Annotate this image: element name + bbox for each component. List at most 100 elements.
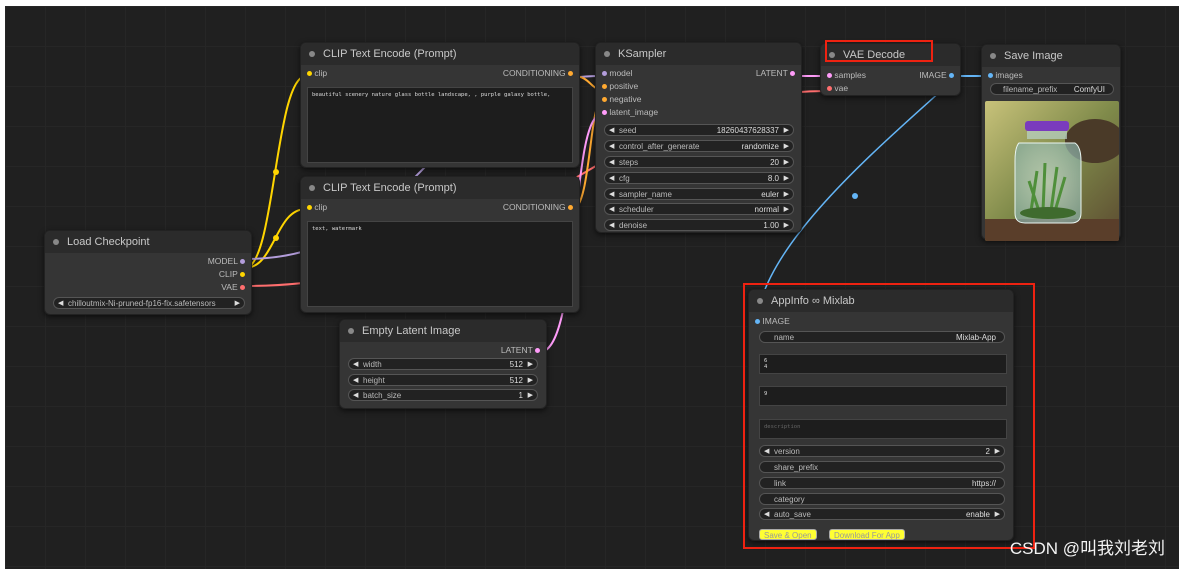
arrow-left-icon[interactable]: ◀	[609, 141, 614, 153]
clip-text-encode-positive-node[interactable]: CLIP Text Encode (Prompt) clip CONDITION…	[300, 42, 580, 168]
arrow-left-icon[interactable]: ◀	[353, 375, 358, 387]
vae-output-slot[interactable]: VAE	[221, 281, 245, 293]
clip-input-slot[interactable]: clip	[307, 67, 327, 79]
arrow-right-icon[interactable]: ▶	[528, 359, 533, 371]
control-after-generate-widget[interactable]: ◀ control_after_generate randomize ▶	[604, 140, 794, 152]
sampler-name-widget[interactable]: ◀ sampler_name euler ▶	[604, 188, 794, 200]
arrow-right-icon[interactable]: ▶	[528, 375, 533, 387]
arrow-right-icon[interactable]: ▶	[784, 173, 789, 185]
arrow-left-icon[interactable]: ◀	[58, 298, 63, 310]
image-output-slot[interactable]: IMAGE	[919, 69, 954, 81]
slot-label: LATENT	[500, 345, 533, 355]
width-widget[interactable]: ◀ width 512 ▶	[348, 358, 538, 370]
filename-prefix-widget[interactable]: filename_prefix ComfyUI	[990, 83, 1114, 95]
arrow-right-icon[interactable]: ▶	[528, 390, 533, 402]
model-input-slot[interactable]: model	[602, 67, 633, 79]
slot-label: CLIP	[218, 269, 238, 279]
node-title[interactable]: Empty Latent Image	[340, 320, 546, 342]
node-title[interactable]: Load Checkpoint	[45, 231, 251, 253]
slot-label: MODEL	[207, 256, 238, 266]
latent-output-slot[interactable]: LATENT	[756, 67, 795, 79]
denoise-widget[interactable]: ◀ denoise 1.00 ▶	[604, 219, 794, 231]
batch-size-widget[interactable]: ◀ batch_size 1 ▶	[348, 389, 538, 401]
load-checkpoint-node[interactable]: Load Checkpoint MODEL CLIP VAE ◀ chillou…	[44, 230, 252, 315]
widget-label: width	[363, 360, 382, 369]
arrow-left-icon[interactable]: ◀	[609, 125, 614, 137]
clip-input-slot[interactable]: clip	[307, 201, 327, 213]
ksampler-node[interactable]: KSampler LATENT model positive negative …	[595, 42, 802, 233]
clip-output-slot[interactable]: CLIP	[219, 268, 245, 280]
scheduler-widget[interactable]: ◀ scheduler normal ▶	[604, 203, 794, 215]
arrow-left-icon[interactable]: ◀	[353, 359, 358, 371]
slot-label: samples	[834, 70, 867, 80]
widget-label: denoise	[619, 221, 648, 230]
slot-label: vae	[834, 83, 849, 93]
arrow-left-icon[interactable]: ◀	[609, 173, 614, 185]
steps-widget[interactable]: ◀ steps 20 ▶	[604, 156, 794, 168]
conditioning-output-slot[interactable]: CONDITIONING	[503, 67, 573, 79]
empty-latent-image-node[interactable]: Empty Latent Image LATENT ◀ width 512 ▶ ◀ he…	[339, 319, 547, 409]
vae-decode-highlight	[825, 40, 933, 62]
widget-value: 1.00	[763, 221, 779, 230]
arrow-left-icon[interactable]: ◀	[609, 204, 614, 216]
slot-label: CONDITIONING	[502, 202, 566, 212]
arrow-right-icon[interactable]: ▶	[784, 220, 789, 232]
save-image-node[interactable]: Save Image images filename_prefix ComfyUI	[981, 44, 1121, 241]
arrow-left-icon[interactable]: ◀	[609, 189, 614, 201]
arrow-left-icon[interactable]: ◀	[609, 220, 614, 232]
slot-label: VAE	[221, 282, 238, 292]
node-title[interactable]: CLIP Text Encode (Prompt)	[301, 43, 579, 65]
latent-image-input-slot[interactable]: latent_image	[602, 106, 658, 118]
appinfo-highlight	[743, 283, 1035, 549]
slot-label: clip	[314, 68, 328, 78]
graph-canvas[interactable]: CLIP Text Encode (Prompt) clip CONDITION…	[5, 6, 1179, 569]
ckpt-name-widget[interactable]: ◀ chilloutmix-Ni-pruned-fp16-fix.safeten…	[53, 297, 245, 309]
widget-label: sampler_name	[619, 190, 672, 199]
node-title[interactable]: KSampler	[596, 43, 801, 65]
widget-value: 1	[518, 391, 523, 400]
height-widget[interactable]: ◀ height 512 ▶	[348, 374, 538, 386]
widget-label: seed	[619, 126, 637, 135]
widget-value: 8.0	[767, 174, 779, 183]
slot-label: LATENT	[755, 68, 788, 78]
slot-label: clip	[314, 202, 328, 212]
slot-label: positive	[609, 81, 639, 91]
prompt-textarea[interactable]: text, watermark	[307, 221, 573, 307]
slot-label: latent_image	[609, 107, 659, 117]
arrow-left-icon[interactable]: ◀	[609, 157, 614, 169]
generated-image-preview[interactable]	[985, 101, 1119, 241]
arrow-right-icon[interactable]: ▶	[784, 204, 789, 216]
conditioning-output-slot[interactable]: CONDITIONING	[503, 201, 573, 213]
slot-label: IMAGE	[919, 70, 947, 80]
latent-output-slot[interactable]: LATENT	[501, 344, 540, 356]
arrow-left-icon[interactable]: ◀	[353, 390, 358, 402]
clip-text-encode-negative-node[interactable]: CLIP Text Encode (Prompt) clip CONDITION…	[300, 176, 580, 313]
widget-label: filename_prefix	[1003, 85, 1058, 94]
widget-label: cfg	[619, 174, 630, 183]
negative-input-slot[interactable]: negative	[602, 93, 642, 105]
slot-label: images	[995, 70, 1023, 80]
cfg-widget[interactable]: ◀ cfg 8.0 ▶	[604, 172, 794, 184]
seed-widget[interactable]: ◀ seed 18260437628337 ▶	[604, 124, 794, 136]
slot-label: CONDITIONING	[502, 68, 566, 78]
prompt-textarea[interactable]: beautiful scenery nature glass bottle la…	[307, 87, 573, 163]
widget-label: scheduler	[619, 205, 654, 214]
slot-label: negative	[609, 94, 642, 104]
widget-value: 20	[770, 158, 779, 167]
model-output-slot[interactable]: MODEL	[208, 255, 245, 267]
widget-value: euler	[761, 190, 779, 199]
arrow-right-icon[interactable]: ▶	[784, 189, 789, 201]
vae-input-slot[interactable]: vae	[827, 82, 848, 94]
node-title[interactable]: CLIP Text Encode (Prompt)	[301, 177, 579, 199]
widget-label: height	[363, 376, 385, 385]
arrow-right-icon[interactable]: ▶	[784, 125, 789, 137]
watermark: CSDN @叫我刘老刘	[1009, 539, 1165, 558]
arrow-right-icon[interactable]: ▶	[235, 298, 240, 310]
node-title[interactable]: Save Image	[982, 45, 1120, 67]
samples-input-slot[interactable]: samples	[827, 69, 866, 81]
images-input-slot[interactable]: images	[988, 69, 1023, 81]
positive-input-slot[interactable]: positive	[602, 80, 638, 92]
arrow-right-icon[interactable]: ▶	[784, 157, 789, 169]
widget-label: batch_size	[363, 391, 402, 400]
arrow-right-icon[interactable]: ▶	[784, 141, 789, 153]
